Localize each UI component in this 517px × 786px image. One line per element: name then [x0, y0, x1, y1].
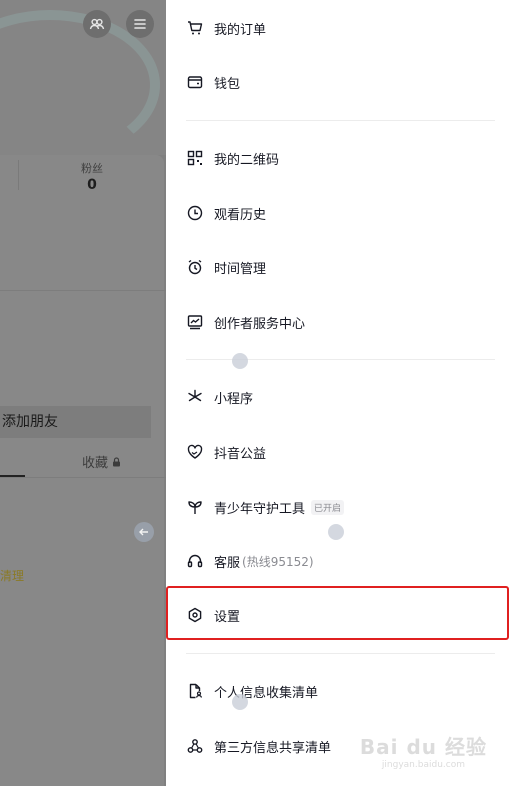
enabled-badge: 已开启: [311, 499, 345, 515]
watermark: Bai du 经验 jingyan.baidu.com: [360, 731, 487, 770]
menu-item-qrcode[interactable]: 我的二维码: [187, 143, 507, 173]
menu-label-youth-protection: 青少年守护工具: [214, 501, 306, 517]
watermark-brand: Bai du 经验: [359, 735, 487, 759]
tab-favorites-label: 收藏: [82, 456, 109, 471]
scroll-hint-dot: [232, 353, 248, 369]
wallet-icon: [187, 74, 203, 90]
menu-item-youth-protection[interactable]: 青少年守护工具 已开启: [187, 492, 507, 522]
divider: [0, 477, 166, 478]
hotline-text: (热线95152): [242, 554, 314, 569]
cart-icon: [187, 20, 203, 36]
menu-label-third-party-list: 第三方信息共享清单: [214, 740, 332, 756]
menu-item-charity[interactable]: 抖音公益: [187, 437, 507, 467]
side-menu-panel: 我的订单 钱包 我的二维码 观看历史 时间管理 创作者服务中心 小程序 抖音公益…: [166, 0, 517, 786]
menu-label-qrcode: 我的二维码: [214, 152, 280, 168]
friends-icon[interactable]: [83, 10, 111, 38]
menu-label-orders: 我的订单: [214, 22, 267, 38]
menu-label-wallet: 钱包: [214, 76, 241, 92]
alarm-clock-icon: [187, 259, 203, 275]
lock-icon: [113, 457, 121, 467]
separator: [186, 120, 495, 121]
menu-item-wallet[interactable]: 钱包: [187, 67, 507, 97]
document-person-icon: [187, 683, 203, 699]
arrow-left-icon: [134, 522, 154, 542]
separator: [186, 653, 495, 654]
menu-item-time-management[interactable]: 时间管理: [187, 252, 507, 282]
headset-icon: [187, 553, 203, 569]
fans-count: 0: [87, 177, 97, 193]
menu-label-charity: 抖音公益: [214, 446, 267, 462]
share-nodes-icon: [187, 738, 203, 754]
watermark-url: jingyan.baidu.com: [381, 760, 465, 770]
clock-icon: [187, 205, 203, 221]
fans-label: 粉丝: [81, 162, 103, 175]
settings-highlight-box: [166, 586, 509, 640]
menu-label-mini-program: 小程序: [214, 391, 254, 407]
menu-item-creator-center[interactable]: 创作者服务中心: [187, 307, 507, 337]
mini-program-icon: [187, 389, 203, 405]
menu-icon[interactable]: [126, 10, 154, 38]
add-friend-button[interactable]: 添加朋友: [0, 406, 151, 438]
menu-label-creator-center: 创作者服务中心: [214, 316, 306, 332]
menu-label-time-management: 时间管理: [214, 261, 267, 277]
menu-item-orders[interactable]: 我的订单: [187, 13, 507, 43]
qrcode-icon: [187, 150, 203, 166]
menu-label-history: 观看历史: [214, 207, 267, 223]
divider: [0, 290, 166, 291]
menu-item-mini-program[interactable]: 小程序: [187, 382, 507, 412]
fans-stat[interactable]: 粉丝 0: [18, 160, 165, 193]
clean-link[interactable]: 清理: [0, 567, 24, 584]
menu-item-customer-service[interactable]: 客服 (热线95152): [187, 546, 507, 576]
tab-favorites[interactable]: 收藏: [82, 452, 121, 471]
profile-background: 粉丝 0 添加朋友 收藏 清理: [0, 0, 166, 786]
scroll-hint-dot: [232, 694, 248, 710]
sprout-icon: [187, 499, 203, 515]
menu-label-personal-info-list: 个人信息收集清单: [214, 685, 319, 701]
chart-screen-icon: [187, 314, 203, 330]
heart-hand-icon: [187, 444, 203, 460]
scroll-hint-dot: [328, 524, 344, 540]
menu-item-history[interactable]: 观看历史: [187, 198, 507, 228]
menu-label-customer-service: 客服: [214, 555, 241, 571]
